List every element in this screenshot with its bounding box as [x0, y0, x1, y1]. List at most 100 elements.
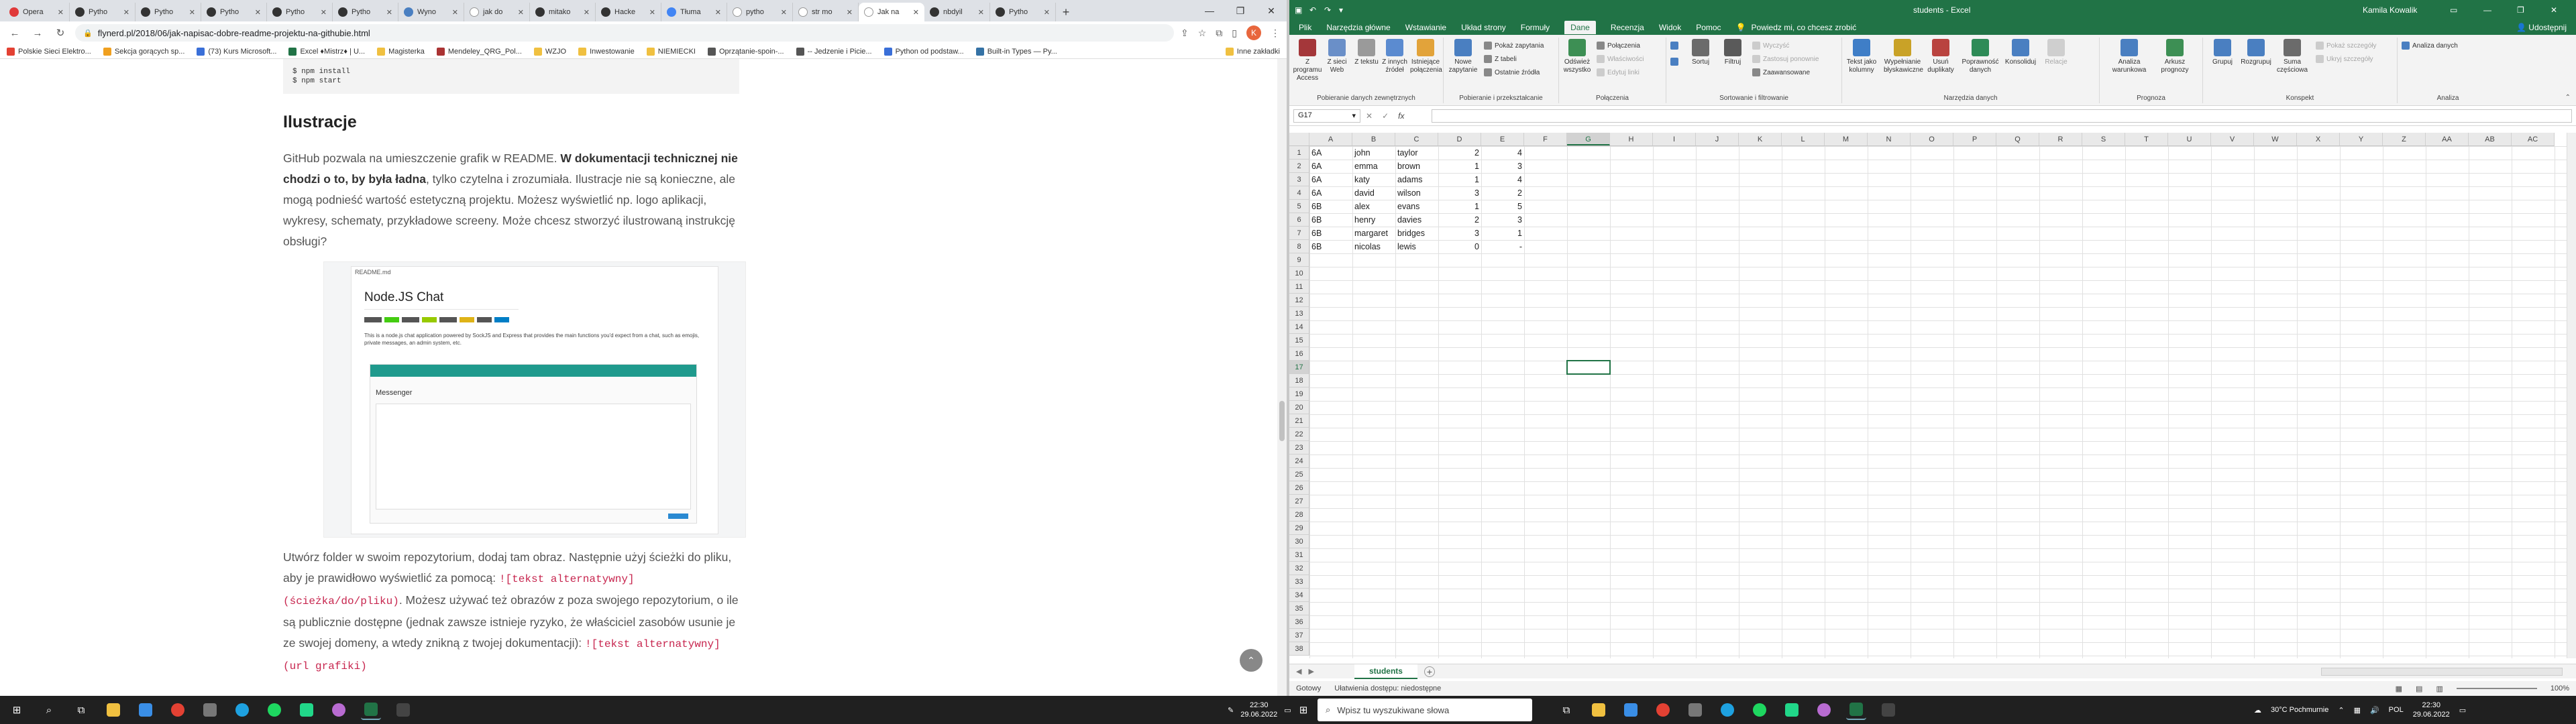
row-header[interactable]: 21: [1289, 414, 1309, 428]
chrome-icon[interactable]: [1653, 700, 1673, 720]
new-tab-button[interactable]: +: [1056, 3, 1076, 21]
row-header[interactable]: 19: [1289, 387, 1309, 401]
table-cell[interactable]: 3: [1481, 213, 1524, 227]
table-cell[interactable]: 1: [1438, 173, 1481, 186]
save-icon[interactable]: ▣: [1295, 5, 1309, 15]
close-tab-icon[interactable]: ✕: [847, 8, 853, 17]
row-header[interactable]: 28: [1289, 508, 1309, 522]
table-cell[interactable]: -: [1481, 240, 1524, 253]
column-header[interactable]: D: [1438, 133, 1481, 145]
data-analysis-button[interactable]: Analiza danych: [2402, 42, 2458, 50]
show-queries-button[interactable]: Pokaż zapytania: [1484, 42, 1544, 50]
edge-icon[interactable]: [232, 700, 252, 720]
browser-tab[interactable]: Wyno ✕: [398, 3, 464, 21]
row-header[interactable]: 18: [1289, 374, 1309, 387]
properties-button[interactable]: Właściwości: [1597, 55, 1644, 63]
advanced-button[interactable]: Zaawansowane: [1752, 68, 1810, 76]
row-header[interactable]: 10: [1289, 267, 1309, 280]
row-header[interactable]: 20: [1289, 401, 1309, 414]
sort-za-icon[interactable]: [1670, 58, 1678, 66]
refresh-all-button[interactable]: Odśwież wszystko: [1562, 39, 1593, 74]
start-icon[interactable]: ⊞: [7, 700, 27, 720]
accessibility-status[interactable]: Ułatwienia dostępu: niedostępne: [1334, 684, 1441, 692]
browser-tab[interactable]: Jak na ✕: [859, 3, 924, 21]
row-header[interactable]: 23: [1289, 441, 1309, 455]
recent-sources-button[interactable]: Ostatnie źródła: [1484, 68, 1540, 76]
cell-area[interactable]: 6A john taylor 2 4 6A emma brown 1 3 6A katy adams 1 4…: [1309, 146, 2567, 658]
zoom-level[interactable]: 100%: [2551, 684, 2569, 692]
tab-view[interactable]: Widok: [1659, 23, 1681, 32]
row-header[interactable]: 4: [1289, 186, 1309, 200]
formula-input[interactable]: [1432, 109, 2572, 123]
row-header[interactable]: 34: [1289, 589, 1309, 602]
share-button[interactable]: 👤 Udostępnij: [2516, 23, 2567, 32]
chevron-down-icon[interactable]: ▾: [1352, 111, 1356, 121]
table-cell[interactable]: adams: [1395, 173, 1438, 186]
zoom-slider[interactable]: [2456, 688, 2537, 689]
maximize-icon[interactable]: ❐: [2517, 5, 2524, 15]
horizontal-scrollbar[interactable]: [2321, 667, 2563, 676]
tab-data[interactable]: Dane: [1564, 21, 1596, 34]
network-icon[interactable]: ▦: [2354, 706, 2361, 715]
excel-icon[interactable]: [1846, 700, 1866, 720]
table-cell[interactable]: 6A: [1309, 186, 1352, 200]
star-icon[interactable]: ☆: [1198, 27, 1207, 39]
column-header[interactable]: F: [1524, 133, 1567, 145]
show-detail-button[interactable]: Pokaż szczegóły: [2316, 42, 2376, 50]
column-header[interactable]: K: [1739, 133, 1782, 145]
column-header[interactable]: X: [2297, 133, 2340, 145]
close-tab-icon[interactable]: ✕: [386, 8, 392, 17]
tab-page-layout[interactable]: Układ strony: [1461, 23, 1506, 32]
app-icon[interactable]: [329, 700, 349, 720]
sort-button[interactable]: Sortuj: [1685, 39, 1716, 66]
chrome-icon[interactable]: [168, 700, 188, 720]
relationships-button[interactable]: Relacje: [2041, 39, 2072, 66]
ungroup-button[interactable]: Rozgrupuj: [2239, 39, 2273, 66]
column-header[interactable]: T: [2125, 133, 2168, 145]
from-table-button[interactable]: Z tabeli: [1484, 55, 1517, 63]
extensions-icon[interactable]: ⧉: [1216, 27, 1222, 39]
column-header[interactable]: O: [1911, 133, 1953, 145]
column-header[interactable]: W: [2254, 133, 2297, 145]
column-header[interactable]: N: [1868, 133, 1911, 145]
column-header[interactable]: J: [1696, 133, 1739, 145]
table-cell[interactable]: margaret: [1352, 227, 1395, 240]
text-to-columns-button[interactable]: Tekst jako kolumny: [1846, 39, 1877, 74]
collapse-ribbon-icon[interactable]: ⌃: [2565, 94, 2571, 101]
table-cell[interactable]: 2: [1481, 186, 1524, 200]
close-tab-icon[interactable]: ✕: [715, 8, 721, 17]
row-header[interactable]: 17: [1289, 361, 1309, 374]
browser-tab[interactable]: mitako ✕: [530, 3, 596, 21]
add-sheet-icon[interactable]: +: [1424, 666, 1435, 677]
minimize-icon[interactable]: —: [1194, 0, 1225, 21]
row-header[interactable]: 9: [1289, 253, 1309, 267]
search-icon[interactable]: ⌕: [39, 700, 59, 720]
close-tab-icon[interactable]: ✕: [321, 8, 327, 17]
browser-tab[interactable]: jak do ✕: [464, 3, 530, 21]
weather-icon[interactable]: ☁: [2254, 706, 2261, 715]
ribbon-display-icon[interactable]: ▭: [2450, 5, 2457, 15]
row-header[interactable]: 27: [1289, 495, 1309, 508]
page-break-view-icon[interactable]: ▥: [2436, 684, 2443, 693]
table-cell[interactable]: 1: [1438, 160, 1481, 173]
table-cell[interactable]: katy: [1352, 173, 1395, 186]
row-header[interactable]: 15: [1289, 334, 1309, 347]
browser-tab[interactable]: Tłuma ✕: [661, 3, 727, 21]
weather-text[interactable]: 30°C Pochmurnie: [2271, 706, 2328, 714]
filter-button[interactable]: Filtruj: [1717, 39, 1748, 66]
from-other-sources-button[interactable]: Z innych źródeł: [1379, 39, 1410, 74]
row-header[interactable]: 14: [1289, 320, 1309, 334]
bookmark-item[interactable]: Mendeley_QRG_Pol...: [436, 47, 522, 56]
row-header[interactable]: 16: [1289, 347, 1309, 361]
row-header[interactable]: 29: [1289, 522, 1309, 535]
undo-icon[interactable]: ↶: [1309, 5, 1324, 15]
name-box[interactable]: G17 ▾: [1293, 109, 1360, 123]
bookmark-item[interactable]: (73) Kurs Microsoft...: [197, 47, 276, 56]
bookmark-item[interactable]: Python od podstaw...: [883, 47, 964, 56]
flash-fill-button[interactable]: Wypełnianie błyskawiczne: [1884, 39, 1923, 74]
row-header[interactable]: 22: [1289, 428, 1309, 441]
row-header[interactable]: 3: [1289, 173, 1309, 186]
tab-help[interactable]: Pomoc: [1696, 23, 1721, 32]
column-header[interactable]: AB: [2469, 133, 2512, 145]
row-header[interactable]: 7: [1289, 227, 1309, 240]
